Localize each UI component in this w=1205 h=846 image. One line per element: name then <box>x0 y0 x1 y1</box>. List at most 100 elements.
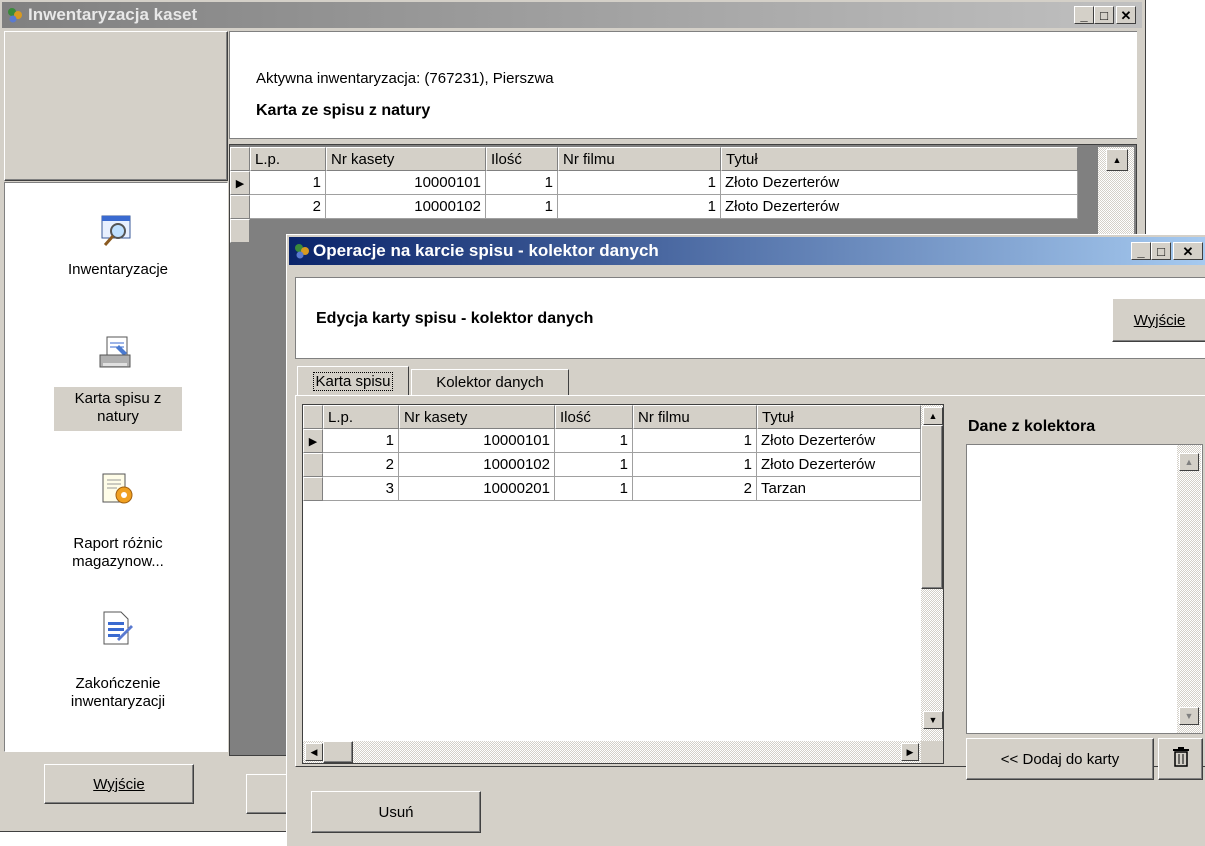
close-icon[interactable]: ✕ <box>1173 242 1203 260</box>
main-title-bar[interactable]: Inwentaryzacja kaset _ □ ✕ <box>2 2 1142 28</box>
dialog-title-bar[interactable]: Operacje na karcie spisu - kolektor dany… <box>289 237 1205 265</box>
cell-lp: 1 <box>250 171 326 195</box>
col-header-ilosc[interactable]: Ilość <box>486 147 558 171</box>
col-header-ilosc[interactable]: Ilość <box>555 405 633 429</box>
sidebar-item-label: Karta spisu z natury <box>74 390 162 425</box>
tab-page: L.p. Nr kasety Ilość Nr filmu Tytuł ▶ 1 … <box>295 395 1205 780</box>
cell-ilosc: 1 <box>486 195 558 219</box>
delete-collector-button[interactable] <box>1158 738 1203 780</box>
cell-tytul: Złoto Dezerterów <box>721 171 1078 195</box>
dialog-exit-button[interactable]: Wyjście <box>1112 298 1205 342</box>
scroll-thumb[interactable] <box>323 741 353 763</box>
scroll-down-icon[interactable]: ▼ <box>1179 707 1199 725</box>
cell-nr-kasety: 10000102 <box>326 195 486 219</box>
cell-nr-kasety: 10000101 <box>399 429 555 453</box>
cell-nr-filmu: 1 <box>633 453 757 477</box>
table-row[interactable]: ▶ 1 10000101 1 1 Złoto Dezerterów <box>230 171 1078 195</box>
col-header-lp[interactable]: L.p. <box>323 405 399 429</box>
main-window-title: Inwentaryzacja kaset <box>28 5 198 24</box>
sidebar-header-panel <box>4 31 228 181</box>
tab-karta-spisu[interactable]: Karta spisu <box>297 366 409 396</box>
col-header-lp[interactable]: L.p. <box>250 147 326 171</box>
dialog-grid: L.p. Nr kasety Ilość Nr filmu Tytuł ▶ 1 … <box>302 404 944 764</box>
cell-lp: 3 <box>323 477 399 501</box>
scroll-thumb[interactable] <box>921 425 943 589</box>
dialog-caption-buttons: _ □ ✕ <box>1131 242 1203 260</box>
collector-list[interactable]: ▲ ▼ <box>966 444 1203 734</box>
maximize-icon[interactable]: □ <box>1151 242 1171 260</box>
tab-kolektor-danych[interactable]: Kolektor danych <box>411 369 569 395</box>
cell-nr-filmu: 2 <box>633 477 757 501</box>
doc-pen-icon <box>99 609 135 647</box>
table-row[interactable]: 3 10000201 1 2 Tarzan <box>303 477 921 501</box>
scroll-up-icon[interactable]: ▲ <box>923 407 943 425</box>
cell-nr-filmu: 1 <box>633 429 757 453</box>
row-pointer-icon: ▶ <box>230 171 250 195</box>
cell-lp: 2 <box>250 195 326 219</box>
dialog-header-panel: Edycja karty spisu - kolektor danych Wyj… <box>295 277 1205 359</box>
col-header-nr-kasety[interactable]: Nr kasety <box>399 405 555 429</box>
cell-lp: 2 <box>323 453 399 477</box>
col-header-nr-filmu[interactable]: Nr filmu <box>633 405 757 429</box>
sidebar-item-label: Inwentaryzacje <box>67 261 169 278</box>
tab-label: Kolektor danych <box>436 374 544 391</box>
cell-ilosc: 1 <box>555 477 633 501</box>
col-header-tytul[interactable]: Tytuł <box>757 405 921 429</box>
scroll-left-icon[interactable]: ◀ <box>305 743 323 761</box>
cell-lp: 1 <box>323 429 399 453</box>
dialog-grid-header: L.p. Nr kasety Ilość Nr filmu Tytuł <box>303 405 921 429</box>
cell-nr-kasety: 10000102 <box>399 453 555 477</box>
magnifier-window-icon <box>99 213 135 249</box>
dialog-window: Operacje na karcie spisu - kolektor dany… <box>286 234 1205 846</box>
close-icon[interactable]: ✕ <box>1116 6 1136 24</box>
maximize-icon[interactable]: □ <box>1094 6 1114 24</box>
table-row[interactable]: 2 10000102 1 1 Złoto Dezerterów <box>230 195 1078 219</box>
delete-button[interactable]: Usuń <box>311 791 481 833</box>
trash-icon <box>1171 746 1191 772</box>
table-row[interactable]: 2 10000102 1 1 Złoto Dezerterów <box>303 453 921 477</box>
cell-tytul: Złoto Dezerterów <box>721 195 1078 219</box>
scroll-right-icon[interactable]: ▶ <box>901 743 919 761</box>
dialog-grid-hscroll[interactable]: ◀ ▶ <box>303 741 921 763</box>
sidebar-exit-button[interactable]: Wyjście <box>44 764 194 804</box>
table-row[interactable]: ▶ 1 10000101 1 1 Złoto Dezerterów <box>303 429 921 453</box>
sidebar-item-karta-spisu[interactable]: Karta spisu z natury <box>5 335 229 461</box>
cell-nr-filmu: 1 <box>558 171 721 195</box>
main-header-panel: Aktywna inwentaryzacja: (767231), Piersz… <box>229 31 1137 139</box>
cell-nr-filmu: 1 <box>558 195 721 219</box>
sidebar-item-label: Zakończenie inwentaryzacji <box>70 675 166 710</box>
app-icon <box>293 242 311 260</box>
row-indicator <box>230 219 250 243</box>
minimize-icon[interactable]: _ <box>1074 6 1094 24</box>
sidebar-item-inwentaryzacje[interactable]: Inwentaryzacje <box>5 213 229 293</box>
cell-nr-kasety: 10000201 <box>399 477 555 501</box>
col-header-nr-filmu[interactable]: Nr filmu <box>558 147 721 171</box>
dialog-heading: Edycja karty spisu - kolektor danych <box>316 310 594 327</box>
dialog-grid-vscroll[interactable]: ▲ ▼ <box>921 405 943 741</box>
minimize-icon[interactable]: _ <box>1131 242 1151 260</box>
row-indicator <box>230 195 250 219</box>
scroll-up-icon[interactable]: ▲ <box>1106 149 1128 171</box>
main-caption-buttons: _ □ ✕ <box>1074 6 1136 24</box>
cell-ilosc: 1 <box>555 429 633 453</box>
main-grid-header: L.p. Nr kasety Ilość Nr filmu Tytuł <box>230 147 1078 171</box>
cell-tytul: Tarzan <box>757 477 921 501</box>
tab-label: Karta spisu <box>313 372 393 391</box>
sidebar-item-raport[interactable]: Raport różnic magazynow... <box>5 471 229 591</box>
sidebar-item-label: Raport różnic magazynow... <box>72 535 164 570</box>
header-indicator <box>303 405 323 429</box>
section-title: Karta ze spisu z natury <box>256 102 431 119</box>
cell-nr-kasety: 10000101 <box>326 171 486 195</box>
dialog-title: Operacje na karcie spisu - kolektor dany… <box>313 241 659 260</box>
scroll-down-icon[interactable]: ▼ <box>923 711 943 729</box>
new-row[interactable] <box>230 219 250 243</box>
sidebar-panel: Inwentaryzacje Karta spisu z natury Rapo… <box>4 182 228 752</box>
cell-ilosc: 1 <box>555 453 633 477</box>
add-to-card-button[interactable]: << Dodaj do karty <box>966 738 1154 780</box>
collector-vscroll[interactable]: ▲ ▼ <box>1177 445 1201 733</box>
scroll-up-icon[interactable]: ▲ <box>1179 453 1199 471</box>
sidebar-item-zakonczenie[interactable]: Zakończenie inwentaryzacji <box>5 609 229 729</box>
col-header-tytul[interactable]: Tytuł <box>721 147 1078 171</box>
col-header-nr-kasety[interactable]: Nr kasety <box>326 147 486 171</box>
active-inventory-label: Aktywna inwentaryzacja: (767231), Piersz… <box>256 70 554 87</box>
